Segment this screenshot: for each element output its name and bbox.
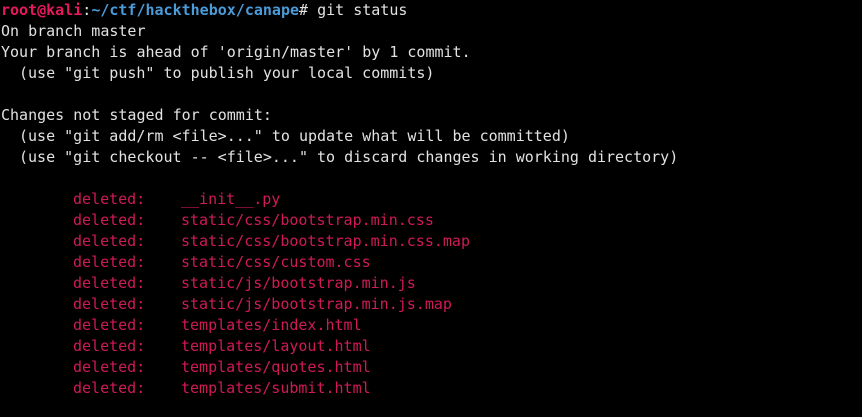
deleted-file-row: deleted: templates/index.html [1,315,861,336]
prompt-command: git status [317,1,408,19]
prompt-user-host: root@kali [1,1,83,19]
deleted-path: templates/quotes.html [181,358,371,376]
deleted-status: deleted: [73,379,146,397]
deleted-file-row: deleted: templates/layout.html [1,336,861,357]
deleted-status: deleted: [73,190,146,208]
deleted-status: deleted: [73,337,146,355]
deleted-status: deleted: [73,211,146,229]
push-hint: (use "git push" to publish your local co… [19,64,435,82]
deleted-status: deleted: [73,358,146,376]
deleted-file-row: deleted: static/js/bootstrap.min.js.map [1,294,861,315]
deleted-status: deleted: [73,274,146,292]
add-hint: (use "git add/rm <file>..." to update wh… [19,127,570,145]
deleted-path: static/js/bootstrap.min.js.map [181,295,452,313]
prompt-line: root@kali:~/ctf/hackthebox/canape# git s… [1,0,861,21]
terminal-window[interactable]: root@kali:~/ctf/hackthebox/canape# git s… [1,0,861,417]
deleted-status: deleted: [73,253,146,271]
prompt-path: ~/ctf/hackthebox/canape [91,1,300,19]
deleted-status: deleted: [73,232,146,250]
deleted-status: deleted: [73,316,146,334]
deleted-path: __init__.py [181,190,281,208]
add-hint-line: (use "git add/rm <file>..." to update wh… [1,126,861,147]
branch-line: On branch master [1,22,146,40]
prompt-separator: : [82,1,92,19]
deleted-path: static/css/custom.css [181,253,371,271]
deleted-status: deleted: [73,295,146,313]
deleted-file-row: deleted: static/css/custom.css [1,252,861,273]
checkout-hint-line: (use "git checkout -- <file>..." to disc… [1,147,861,168]
deleted-file-row: deleted: templates/quotes.html [1,357,861,378]
deleted-file-row: deleted: templates/submit.html [1,378,861,399]
push-hint-line: (use "git push" to publish your local co… [1,63,861,84]
deleted-file-row: deleted: __init__.py [1,189,861,210]
deleted-path: static/js/bootstrap.min.js [181,274,416,292]
changes-header: Changes not staged for commit: [1,106,272,124]
deleted-path: templates/layout.html [181,337,371,355]
deleted-path: static/css/bootstrap.min.css [181,211,434,229]
checkout-hint: (use "git checkout -- <file>..." to disc… [19,148,679,166]
deleted-path: templates/submit.html [181,379,371,397]
deleted-path: templates/index.html [181,316,362,334]
prompt-symbol: # [299,1,318,19]
deleted-file-row: deleted: static/css/bootstrap.min.css.map [1,231,861,252]
ahead-line: Your branch is ahead of 'origin/master' … [1,43,471,61]
deleted-file-row: deleted: static/js/bootstrap.min.js [1,273,861,294]
deleted-path: static/css/bootstrap.min.css.map [181,232,470,250]
deleted-file-row: deleted: static/css/bootstrap.min.css [1,210,861,231]
